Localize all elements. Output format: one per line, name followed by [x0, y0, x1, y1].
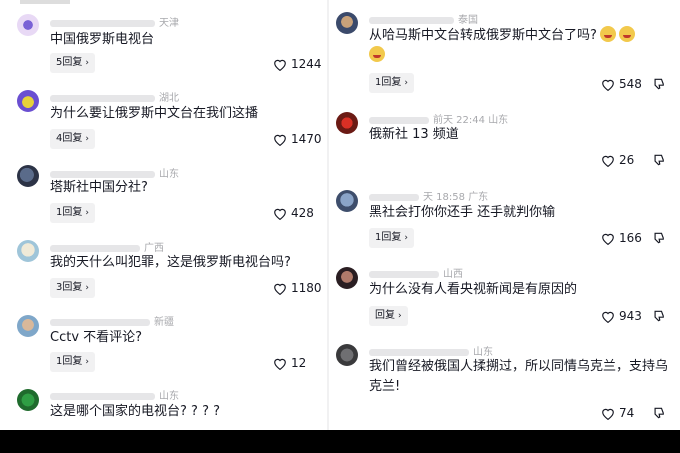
- comment-text: 为什么要让俄罗斯中文台在我们这播: [50, 106, 259, 121]
- comment-text: 塔斯社中国分社?: [50, 180, 148, 195]
- chevron-right-icon: ›: [404, 78, 408, 88]
- cropped-header-fragment: [20, 0, 70, 4]
- like-button[interactable]: 12: [273, 353, 306, 373]
- laughing-crying-emoji-icon: [618, 26, 635, 42]
- avatar[interactable]: [336, 190, 358, 212]
- like-button[interactable]: 26: [601, 150, 634, 170]
- chevron-right-icon: ›: [404, 233, 408, 243]
- chevron-right-icon: ›: [398, 311, 402, 321]
- dislike-icon[interactable]: [651, 406, 665, 420]
- avatar[interactable]: [336, 12, 358, 34]
- like-button[interactable]: 1180: [273, 278, 322, 298]
- heart-outline-icon: [602, 79, 614, 92]
- comment-meta: 天津: [50, 14, 179, 29]
- heart-outline-icon: [602, 233, 614, 246]
- heart-outline-icon: [274, 59, 286, 72]
- comment-text: 我的天什么叫犯罪，这是俄罗斯电视台吗?: [50, 255, 291, 270]
- like-count: 428: [291, 206, 314, 220]
- heart-outline-icon: [274, 283, 286, 296]
- avatar[interactable]: [17, 240, 39, 262]
- comment-meta: 湖北: [50, 89, 179, 104]
- reply-count-button[interactable]: 1回复 ›: [50, 352, 95, 372]
- heart-outline-icon: [602, 311, 614, 324]
- comment-text: 中国俄罗斯电视台: [50, 32, 155, 47]
- like-count: 1244: [291, 57, 322, 71]
- like-count: 943: [619, 309, 642, 323]
- comment-text: 为什么没有人看央视新闻是有原因的: [369, 282, 578, 297]
- reply-count-button[interactable]: 1回复 ›: [50, 203, 95, 223]
- chevron-right-icon: ›: [85, 134, 89, 144]
- like-count: 74: [619, 406, 635, 420]
- like-button[interactable]: 1470: [273, 129, 322, 149]
- right-comment-column: 泰国 从哈马斯中文台转成俄罗斯中文台了吗? 1回复 › 548 前天 22:44 …: [329, 0, 680, 430]
- comment-meta: 广西: [50, 239, 164, 254]
- avatar[interactable]: [336, 344, 358, 366]
- like-button[interactable]: 1244: [273, 54, 322, 74]
- like-count: 548: [619, 77, 642, 91]
- like-count: 1470: [291, 132, 322, 146]
- reply-count-button[interactable]: 回复 ›: [369, 306, 408, 326]
- like-button[interactable]: 548: [601, 74, 642, 94]
- avatar[interactable]: [336, 267, 358, 289]
- comment-meta: 天 18:58 广东: [369, 188, 488, 203]
- like-count: 1180: [291, 281, 322, 295]
- chevron-right-icon: ›: [85, 357, 89, 367]
- like-count: 12: [291, 356, 307, 370]
- comment-meta: 新疆: [50, 313, 174, 328]
- avatar[interactable]: [17, 165, 39, 187]
- comment-text: 黑社会打你你还手 还手就判你输: [369, 205, 556, 220]
- chevron-right-icon: ›: [85, 208, 89, 218]
- avatar[interactable]: [17, 315, 39, 337]
- comment-meta: 泰国: [369, 11, 478, 26]
- reply-count-button[interactable]: 1回复 ›: [369, 228, 414, 248]
- laughing-crying-emoji-icon: [599, 26, 616, 42]
- comment-meta: 山东: [50, 387, 179, 402]
- reply-count-button[interactable]: 1回复 ›: [369, 73, 414, 93]
- comment-text: 俄新社 13 频道: [369, 127, 459, 142]
- left-comment-column: 天津 中国俄罗斯电视台 5回复 › 1244 湖北 为什么要让俄罗斯中文台在我们这…: [0, 0, 327, 430]
- like-button[interactable]: 428: [273, 203, 314, 223]
- dislike-icon[interactable]: [651, 153, 665, 167]
- heart-outline-icon: [274, 208, 286, 221]
- like-button[interactable]: 74: [601, 403, 634, 423]
- comment-meta: 前天 22:44 山东: [369, 111, 508, 126]
- bottom-black-bar: [0, 430, 680, 453]
- comment-text: 从哈马斯中文台转成俄罗斯中文台了吗?: [369, 26, 669, 66]
- chevron-right-icon: ›: [85, 283, 89, 293]
- like-count: 26: [619, 153, 635, 167]
- reply-count-button[interactable]: 4回复 ›: [50, 129, 95, 149]
- heart-outline-icon: [274, 358, 286, 371]
- reply-count-button[interactable]: 5回复 ›: [50, 53, 95, 73]
- like-count: 166: [619, 231, 642, 245]
- heart-outline-icon: [602, 155, 614, 168]
- avatar[interactable]: [17, 90, 39, 112]
- comment-meta: 山东: [369, 343, 493, 358]
- comment-meta: 山西: [369, 265, 463, 280]
- like-button[interactable]: 943: [601, 306, 642, 326]
- dislike-icon[interactable]: [651, 231, 665, 245]
- heart-outline-icon: [274, 134, 286, 147]
- laughing-crying-emoji-icon: [369, 46, 385, 62]
- heart-outline-icon: [602, 408, 614, 421]
- comment-text: 这是哪个国家的电视台? ? ? ?: [50, 404, 220, 419]
- avatar[interactable]: [17, 14, 39, 36]
- avatar[interactable]: [336, 112, 358, 134]
- like-button[interactable]: 166: [601, 228, 642, 248]
- chevron-right-icon: ›: [85, 58, 89, 68]
- reply-count-button[interactable]: 3回复 ›: [50, 278, 95, 298]
- comment-text: Cctv 不看评论?: [50, 330, 143, 345]
- dislike-icon[interactable]: [651, 309, 665, 323]
- avatar[interactable]: [17, 389, 39, 411]
- comment-text: 我们曾经被俄国人揉搠过，所以同情乌克兰，支持乌克兰!: [369, 359, 669, 394]
- dislike-icon[interactable]: [651, 77, 665, 91]
